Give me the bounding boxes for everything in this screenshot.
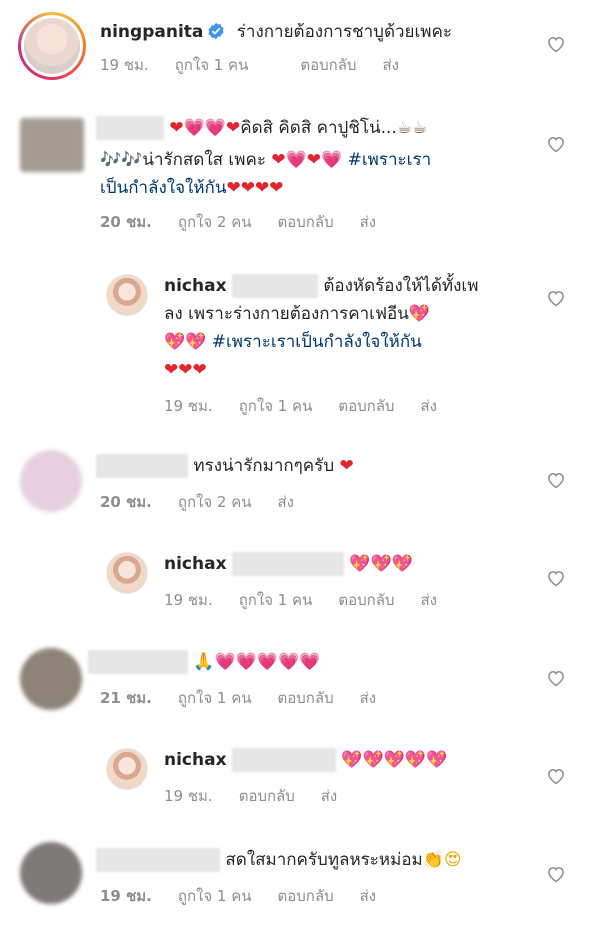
like-heart-icon[interactable]: [546, 864, 568, 886]
emoji: ❤💗❤💗: [271, 150, 343, 170]
music-emoji: 🎶🎶: [100, 150, 143, 170]
comment-2: ❤💗💗❤คิดสิ คิดสิ คาปูชิโน่...☕☕ 🎶🎶น่ารักส…: [0, 100, 600, 240]
hashtag[interactable]: #เพราะเรา: [348, 150, 432, 170]
username[interactable]: nichax: [164, 554, 227, 574]
like-heart-icon[interactable]: [546, 288, 568, 310]
timestamp: 19 ชม.: [164, 397, 213, 415]
emoji: 💖💖: [164, 332, 207, 352]
reply-button[interactable]: ตอบกลับ: [338, 397, 394, 415]
like-heart-icon[interactable]: [546, 34, 568, 56]
send-button[interactable]: ส่ง: [420, 591, 436, 609]
emoji: 💖: [408, 304, 431, 324]
comment-7-reply: nichax 💖💖💖💖💖 19 ชม. ตอบกลับ ส่ง: [0, 736, 600, 816]
comment-1: ningpanita ร่างกายต้องการชาบูด้วยเพคะ 19…: [0, 0, 600, 90]
avatar-story-ring[interactable]: [18, 12, 86, 80]
comment-3-reply: nichax ต้องหัดร้องให้ได้ทั้งเพ ลง เพราะร…: [0, 262, 600, 422]
send-button[interactable]: ส่ง: [420, 397, 436, 415]
avatar[interactable]: [20, 648, 82, 710]
emoji: ❤💗💗❤: [169, 118, 241, 138]
hashtag[interactable]: #เพราะเราเป็นกำลังใจให้กัน: [212, 332, 422, 352]
comment-8: สดใสมากครับทูลหระหม่อม👏😍 19 ชม. ถูกใจ 1 ค…: [0, 834, 600, 924]
send-button[interactable]: ส่ง: [382, 56, 398, 74]
avatar[interactable]: [20, 842, 82, 904]
emoji: 💖💖💖: [349, 554, 413, 574]
likes-count[interactable]: ถูกใจ 1 คน: [178, 689, 252, 707]
username[interactable]: ningpanita: [100, 22, 203, 42]
timestamp: 19 ชม.: [164, 787, 213, 805]
send-button[interactable]: ส่ง: [278, 493, 294, 511]
like-heart-icon[interactable]: [546, 668, 568, 690]
blurred-username[interactable]: [88, 650, 188, 674]
likes-count[interactable]: ถูกใจ 2 คน: [178, 493, 252, 511]
blurred-username-suffix: [231, 748, 336, 772]
username[interactable]: nichax: [164, 276, 227, 296]
likes-count[interactable]: ถูกใจ 1 คน: [175, 56, 275, 74]
like-heart-icon[interactable]: [546, 470, 568, 492]
like-heart-icon[interactable]: [546, 134, 568, 156]
like-heart-icon[interactable]: [546, 766, 568, 788]
reply-button[interactable]: ตอบกลับ: [278, 213, 334, 231]
reply-button[interactable]: ตอบกลับ: [338, 591, 394, 609]
hashtag[interactable]: เป็นกำลังใจให้กัน: [100, 178, 226, 198]
send-button[interactable]: ส่ง: [360, 213, 376, 231]
comment-text: ร่างกายต้องการชาบูด้วยเพคะ: [236, 22, 453, 42]
timestamp: 19 ชม.: [100, 887, 152, 905]
emoji: 💖💖💖💖💖: [341, 750, 448, 770]
comment-text: น่ารักสดใส เพคะ: [142, 150, 266, 170]
send-button[interactable]: ส่ง: [360, 887, 376, 905]
avatar[interactable]: [106, 274, 148, 316]
timestamp: 19 ชม.: [164, 591, 213, 609]
comment-5-reply: nichax 💖💖💖 19 ชม. ถูกใจ 1 คน ตอบกลับ ส่ง: [0, 540, 600, 620]
reply-button[interactable]: ตอบกลับ: [300, 56, 356, 74]
comment-6: 🙏💗💗💗💗💗 21 ชม. ถูกใจ 1 คน ตอบกลับ ส่ง: [0, 638, 600, 718]
comment-text: ต้องหัดร้องให้ได้ทั้งเพ: [323, 276, 479, 296]
blurred-username-suffix: [231, 552, 344, 576]
emoji: 👏😍: [422, 850, 462, 870]
reply-button[interactable]: ตอบกลับ: [278, 887, 334, 905]
timestamp: 19 ชม.: [100, 56, 149, 74]
blurred-username-suffix: [231, 274, 318, 298]
comment-text: ลง เพราะร่างกายต้องการคาเฟอีน: [164, 304, 409, 324]
timestamp: 20 ชม.: [100, 493, 152, 511]
blurred-username[interactable]: [96, 848, 220, 872]
emoji: ❤❤❤❤: [226, 178, 284, 198]
username[interactable]: nichax: [164, 750, 227, 770]
like-heart-icon[interactable]: [546, 568, 568, 590]
likes-count[interactable]: ถูกใจ 1 คน: [239, 591, 313, 609]
likes-count[interactable]: ถูกใจ 1 คน: [178, 887, 252, 905]
emoji: 🙏💗💗💗💗💗: [193, 652, 321, 672]
avatar[interactable]: [20, 450, 82, 512]
reply-button[interactable]: ตอบกลับ: [278, 689, 334, 707]
emoji: ❤: [339, 456, 354, 476]
blurred-username[interactable]: [96, 116, 164, 140]
comment-text: สดใสมากครับทูลหระหม่อม: [225, 850, 423, 870]
comment-text: คิดสิ คิดสิ คาปูชิโน่...: [240, 118, 397, 138]
avatar[interactable]: [20, 118, 84, 172]
timestamp: 21 ชม.: [100, 689, 152, 707]
send-button[interactable]: ส่ง: [321, 787, 337, 805]
emoji: ❤❤❤: [164, 360, 207, 380]
comment-text: ทรงน่ารักมากๆครับ: [193, 456, 335, 476]
blurred-username[interactable]: [96, 454, 188, 478]
timestamp: 20 ชม.: [100, 213, 152, 231]
avatar: [24, 18, 80, 74]
avatar[interactable]: [106, 552, 148, 594]
verified-badge-icon: [207, 22, 225, 47]
avatar[interactable]: [106, 748, 148, 790]
comment-4: ทรงน่ารักมากๆครับ ❤ 20 ชม. ถูกใจ 2 คน ส่ง: [0, 440, 600, 520]
reply-button[interactable]: ตอบกลับ: [239, 787, 295, 805]
coffee-emoji: ☕☕: [396, 118, 428, 138]
likes-count[interactable]: ถูกใจ 2 คน: [178, 213, 252, 231]
likes-count[interactable]: ถูกใจ 1 คน: [239, 397, 313, 415]
send-button[interactable]: ส่ง: [360, 689, 376, 707]
